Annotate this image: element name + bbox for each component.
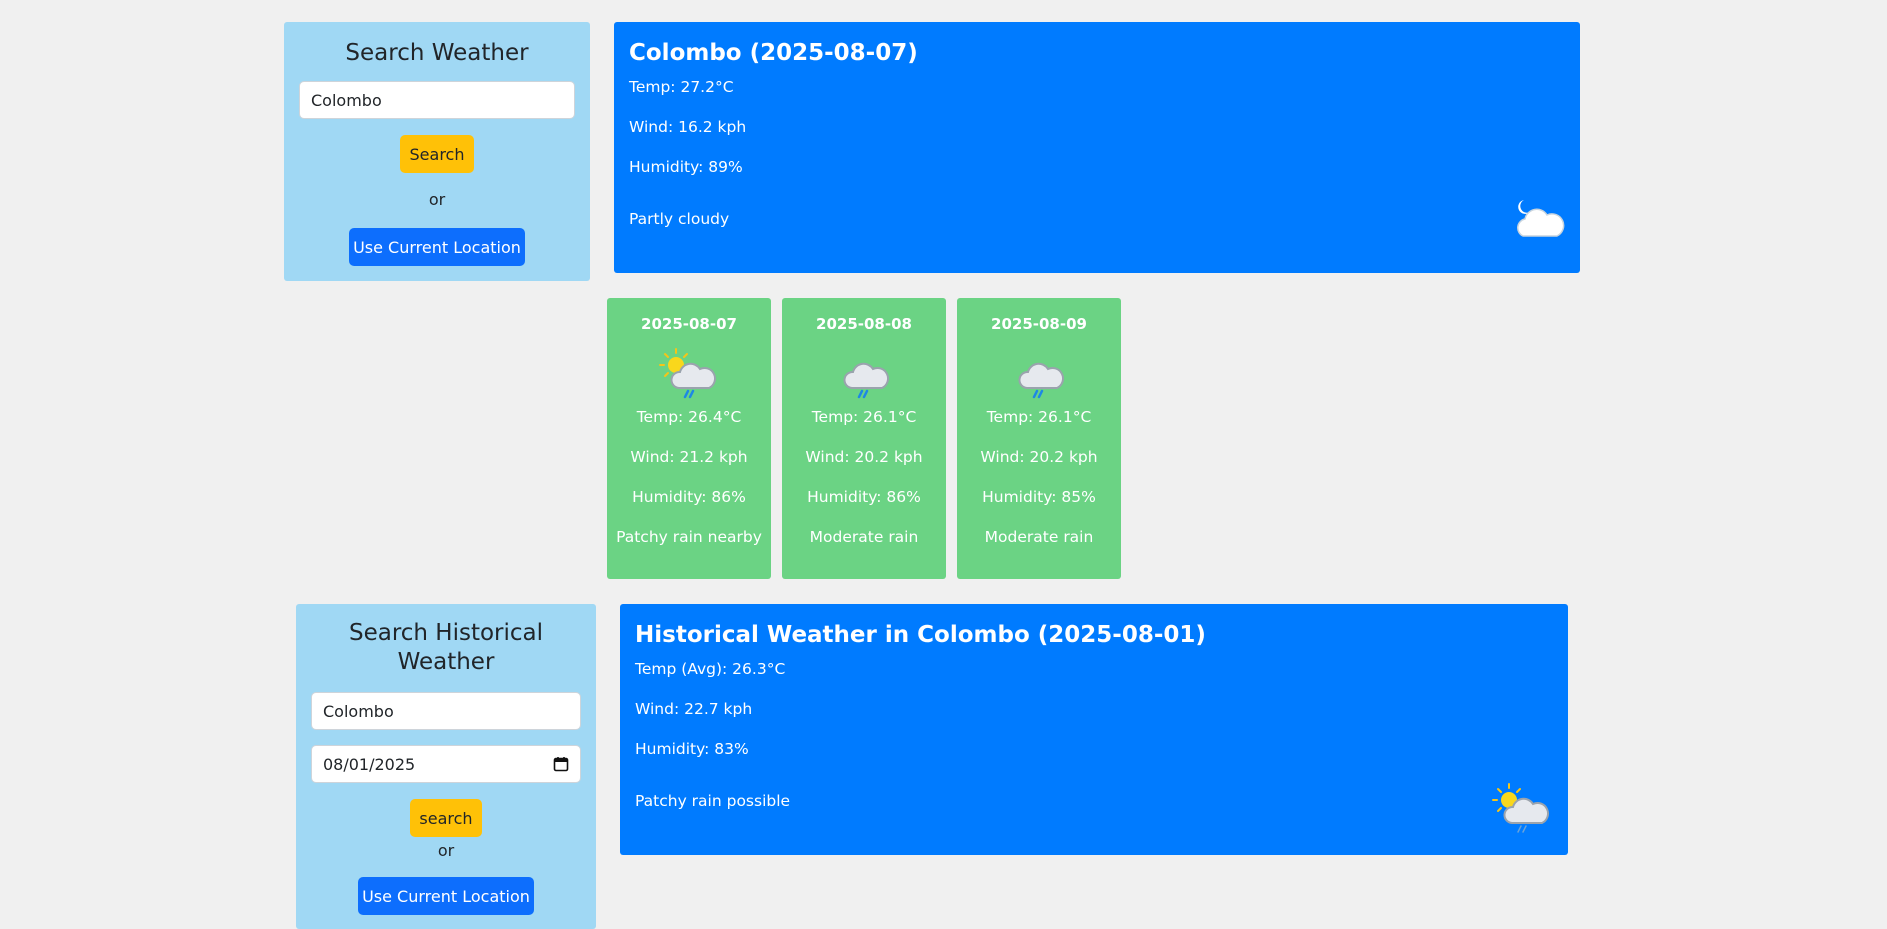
forecast-condition: Moderate rain — [984, 528, 1094, 546]
forecast-card: 2025-08-09 Temp: 26.1°C Wind: 20.2 kph H… — [957, 298, 1121, 579]
historical-wind: Wind: 22.7 kph — [635, 700, 753, 718]
forecast-condition: Patchy rain nearby — [616, 528, 762, 546]
history-city-input[interactable]: Colombo — [311, 692, 581, 730]
historical-humidity: Humidity: 83% — [635, 740, 749, 758]
forecast-temp: Temp: 26.1°C — [986, 408, 1092, 426]
search-historical-panel: Search Historical Weather Colombo 08/01/… — [296, 604, 596, 929]
cloud-rain-icon — [1009, 347, 1069, 399]
panel-title: Search Weather — [345, 40, 529, 66]
history-date-input-value: 08/01/2025 — [323, 754, 416, 774]
or-separator: or — [428, 190, 446, 209]
forecast-temp: Temp: 26.4°C — [636, 408, 742, 426]
forecast-condition: Moderate rain — [809, 528, 919, 546]
history-city-input-value: Colombo — [323, 701, 394, 721]
forecast-card: 2025-08-08 Temp: 26.1°C Wind: 20.2 kph H… — [782, 298, 946, 579]
panel-title-line2: Weather — [397, 649, 495, 675]
history-use-current-location-button[interactable]: Use Current Location — [358, 877, 534, 915]
cloud-rain-icon — [834, 347, 894, 399]
panel-title: Search Historical Weather — [296, 619, 596, 677]
forecast-date: 2025-08-09 — [991, 315, 1087, 333]
forecast-temp: Temp: 26.1°C — [811, 408, 917, 426]
historical-condition: Patchy rain possible — [635, 792, 791, 810]
forecast-wind: Wind: 21.2 kph — [630, 448, 748, 466]
forecast-humidity: Humidity: 85% — [982, 488, 1096, 506]
current-weather-panel: Colombo (2025-08-07) Temp: 27.2°C Wind: … — [614, 22, 1580, 273]
use-current-location-button[interactable]: Use Current Location — [349, 228, 525, 266]
historical-weather-panel: Historical Weather in Colombo (2025-08-0… — [620, 604, 1568, 855]
forecast-card: 2025-08-07 Temp: 26.4°C Wind: 21.2 kph H… — [607, 298, 771, 579]
forecast-wind: Wind: 20.2 kph — [805, 448, 923, 466]
panel-title-line1: Search Historical — [348, 620, 544, 646]
sun-cloud-rain-icon — [1492, 782, 1552, 834]
forecast-wind: Wind: 20.2 kph — [980, 448, 1098, 466]
city-input-value: Colombo — [311, 90, 382, 110]
current-wind: Wind: 16.2 kph — [629, 118, 747, 136]
historical-temp: Temp (Avg): 26.3°C — [635, 660, 786, 678]
current-temp: Temp: 27.2°C — [629, 78, 734, 96]
current-weather-title: Colombo (2025-08-07) — [629, 40, 918, 66]
current-condition: Partly cloudy — [629, 210, 730, 228]
historical-weather-title: Historical Weather in Colombo (2025-08-0… — [635, 622, 1206, 648]
search-button[interactable]: Search — [400, 135, 474, 173]
forecast-humidity: Humidity: 86% — [807, 488, 921, 506]
current-humidity: Humidity: 89% — [629, 158, 743, 176]
sun-cloud-rain-icon — [659, 347, 719, 399]
forecast-date: 2025-08-07 — [641, 315, 737, 333]
forecast-humidity: Humidity: 86% — [632, 488, 746, 506]
history-date-input[interactable]: 08/01/2025 — [311, 745, 581, 783]
calendar-icon[interactable] — [553, 756, 569, 772]
forecast-date: 2025-08-08 — [816, 315, 912, 333]
search-weather-panel: Search Weather Colombo Search or Use Cur… — [284, 22, 590, 281]
moon-cloud-icon — [1507, 194, 1567, 244]
history-search-button[interactable]: search — [410, 799, 482, 837]
or-separator: or — [437, 841, 455, 860]
city-input[interactable]: Colombo — [299, 81, 575, 119]
